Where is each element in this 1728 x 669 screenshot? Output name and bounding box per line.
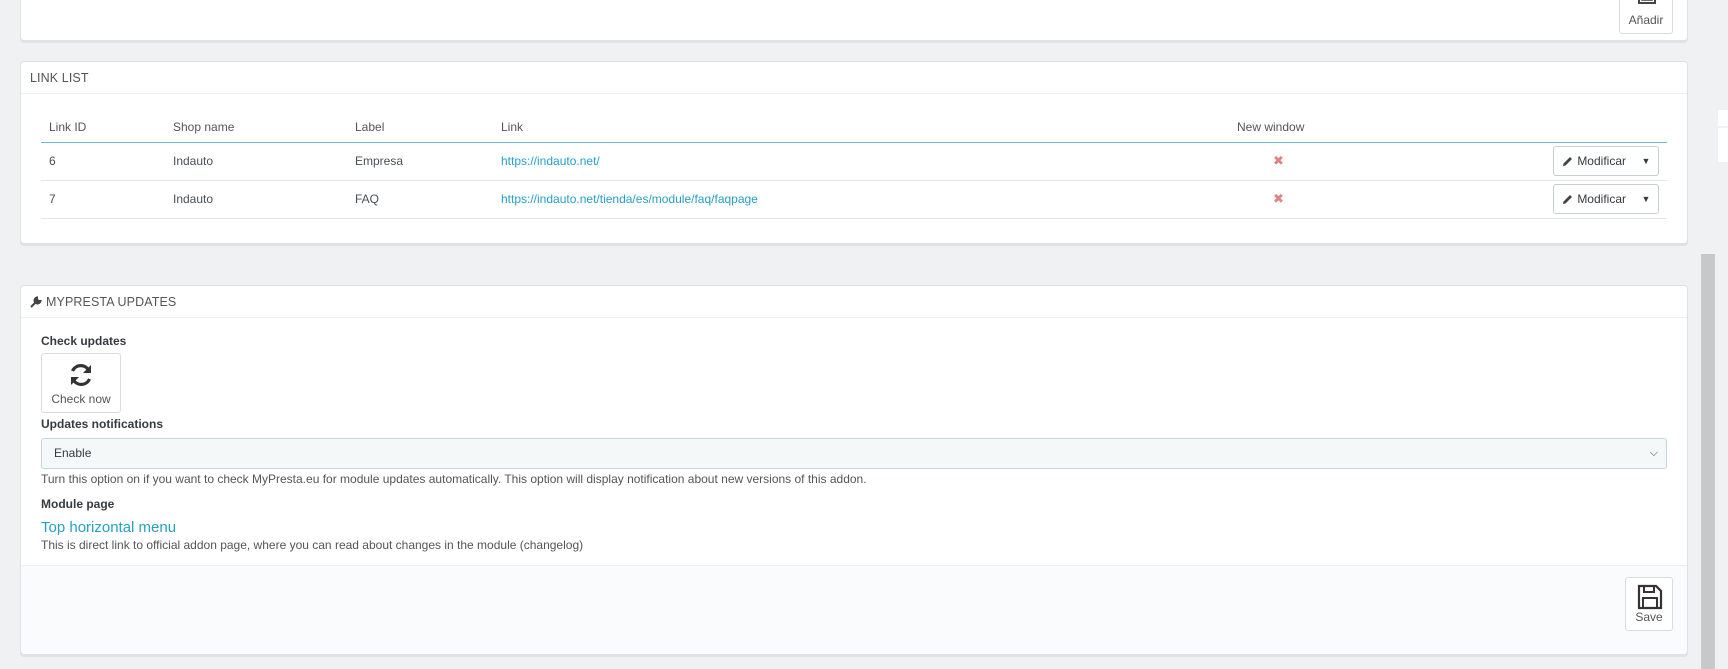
notifications-help-text: Turn this option on if you want to check… [41,472,867,486]
column-header-link: Link [493,112,1229,143]
edit-button-label: Modificar [1577,192,1626,206]
link-url[interactable]: https://indauto.net/ [501,154,600,168]
cell-shop-name: Indauto [165,142,347,181]
edit-button-group: Modificar ▼ [1553,184,1659,214]
scrollbar-edge [1718,128,1728,162]
cell-link: https://indauto.net/tienda/es/module/faq… [493,180,1229,219]
check-now-button[interactable]: Check now [41,353,121,413]
updates-notifications-select[interactable]: Enable ⌵ [41,438,1667,469]
panel-title: MYPRESTA UPDATES [46,294,177,309]
save-icon [1638,0,1656,4]
column-header-shop-name: Shop name [165,112,347,143]
add-button[interactable]: Añadir [1619,0,1673,34]
cell-label: FAQ [347,180,493,219]
edit-button-group: Modificar ▼ [1553,146,1659,176]
wrench-icon [30,295,42,308]
save-button-label: Save [1635,610,1663,624]
cell-label: Empresa [347,142,493,181]
cross-icon: ✖ [1273,153,1284,168]
pencil-icon [1563,194,1573,204]
select-value: Enable [54,446,92,460]
chevron-down-icon: ⌵ [1649,447,1658,459]
table-header-row: Link ID Shop name Label Link New window [41,112,1667,143]
column-header-link-id: Link ID [41,112,165,143]
cell-new-window: ✖ [1229,142,1429,181]
scrollbar[interactable] [1701,254,1715,669]
column-header-new-window: New window [1229,112,1429,143]
save-icon [1637,584,1663,610]
module-help-text: This is direct link to official addon pa… [41,538,584,552]
edit-button[interactable]: Modificar [1554,192,1634,206]
cross-icon: ✖ [1273,191,1284,206]
table-row: 6 Indauto Empresa https://indauto.net/ ✖… [41,142,1667,181]
updates-notifications-label: Updates notifications [41,417,164,431]
cell-shop-name: Indauto [165,180,347,219]
panel-title: LINK LIST [21,62,1687,94]
pencil-icon [1563,156,1573,166]
cell-new-window: ✖ [1229,180,1429,219]
panel-heading: MYPRESTA UPDATES [21,286,1687,318]
refresh-icon [71,364,91,386]
scrollbar-edge [1718,110,1728,126]
caret-down-icon[interactable]: ▼ [1634,156,1658,166]
link-list-panel: LINK LIST Link ID Shop name Label Link N… [20,61,1688,244]
cell-actions: Modificar ▼ [1429,180,1667,219]
top-panel: Añadir [20,0,1688,41]
link-table: Link ID Shop name Label Link New window … [41,112,1667,219]
mypresta-updates-panel: MYPRESTA UPDATES Check updates Check now… [20,285,1688,655]
save-button[interactable]: Save [1625,577,1673,631]
link-url[interactable]: https://indauto.net/tienda/es/module/faq… [501,192,758,206]
cell-link: https://indauto.net/ [493,142,1229,181]
cell-link-id: 6 [41,142,165,181]
module-page-link[interactable]: Top horizontal menu [41,519,176,536]
panel-footer: Save [21,565,1687,654]
cell-link-id: 7 [41,180,165,219]
table-row: 7 Indauto FAQ https://indauto.net/tienda… [41,180,1667,219]
check-now-label: Check now [51,392,111,406]
check-updates-label: Check updates [41,334,127,348]
caret-down-icon[interactable]: ▼ [1634,194,1658,204]
column-header-label: Label [347,112,493,143]
cell-actions: Modificar ▼ [1429,142,1667,181]
add-button-label: Añadir [1628,13,1664,27]
edit-button[interactable]: Modificar [1554,154,1634,168]
module-page-label: Module page [41,497,115,511]
column-header-actions [1429,112,1667,143]
edit-button-label: Modificar [1577,154,1626,168]
